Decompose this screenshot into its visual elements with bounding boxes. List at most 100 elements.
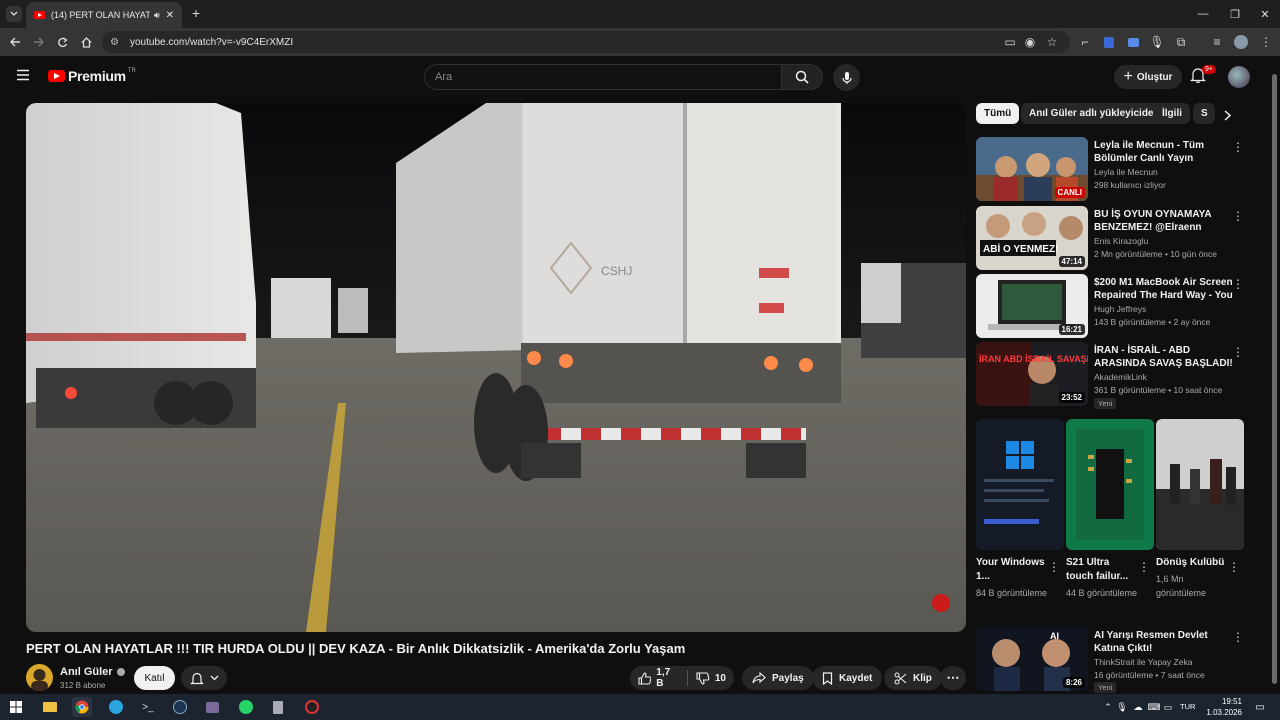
chips-next-button[interactable] bbox=[1218, 106, 1236, 124]
video-player[interactable]: CSHJ bbox=[26, 103, 966, 632]
browser-menu-icon[interactable]: ⋮ bbox=[1256, 32, 1276, 52]
save-button[interactable]: Kaydet bbox=[812, 666, 883, 690]
tab-title: (14) PERT OLAN HAYATLAR !!! TIR HURDA OL… bbox=[51, 10, 150, 20]
windows-start-icon[interactable] bbox=[6, 697, 26, 717]
profile-avatar-icon[interactable] bbox=[1231, 32, 1251, 52]
terminal-icon[interactable]: >_ bbox=[138, 697, 158, 717]
short-item[interactable]: S21 Ultra touch failur... 44 B görüntüle… bbox=[1066, 419, 1154, 600]
tray-network-icon[interactable]: ▭ bbox=[1158, 697, 1178, 717]
video-thumbnail[interactable]: 16:21 bbox=[976, 274, 1088, 338]
reload-button[interactable] bbox=[52, 32, 72, 52]
short-thumbnail[interactable] bbox=[1156, 419, 1244, 550]
close-tab-icon[interactable]: ✕ bbox=[166, 10, 174, 21]
short-thumbnail[interactable] bbox=[976, 419, 1064, 550]
restore-button[interactable]: ❐ bbox=[1218, 0, 1252, 28]
browser-tab-active[interactable]: (14) PERT OLAN HAYATLAR !!! TIR HURDA OL… bbox=[26, 2, 182, 28]
search-button[interactable] bbox=[781, 64, 823, 90]
voice-search-button[interactable] bbox=[833, 64, 860, 91]
rec-channel[interactable]: Enis Kirazoglu bbox=[1094, 236, 1148, 246]
extension-translate-icon[interactable] bbox=[1123, 32, 1143, 52]
extension-incognito-icon[interactable]: ⌐ bbox=[1075, 32, 1095, 52]
chip-all[interactable]: Tümü bbox=[976, 103, 1020, 124]
create-button[interactable]: + Oluştur bbox=[1114, 65, 1182, 89]
speaker-icon[interactable]: 🔊︎ bbox=[154, 10, 160, 21]
back-button[interactable] bbox=[5, 32, 25, 52]
video-thumbnail[interactable]: AI 8:26 bbox=[976, 627, 1088, 691]
extensions-puzzle-icon[interactable]: ⧉ bbox=[1171, 32, 1191, 52]
reading-list-icon[interactable]: ≡ bbox=[1207, 32, 1227, 52]
search-input[interactable]: Ara bbox=[424, 64, 782, 90]
channel-name[interactable]: Anıl Güler bbox=[60, 666, 125, 678]
address-bar[interactable]: ⚙︎ youtube.com/watch?v=-v9C4ErXMZI bbox=[102, 31, 1070, 53]
notes-app-icon[interactable] bbox=[268, 697, 288, 717]
rec-channel[interactable]: ThinkStrait ile Yapay Zeka bbox=[1094, 657, 1192, 667]
channel-avatar[interactable] bbox=[26, 664, 53, 691]
extension-shield-icon[interactable] bbox=[1099, 32, 1119, 52]
short-item[interactable]: Your Windows 1... 84 B görüntüleme ⋮ bbox=[976, 419, 1064, 600]
like-button[interactable]: 1,7 B bbox=[630, 667, 687, 689]
scrollbar-thumb[interactable] bbox=[1272, 74, 1277, 684]
steam-icon[interactable] bbox=[170, 697, 190, 717]
rec-title[interactable]: BU İŞ OYUN OYNAMAYA BENZEMEZ! @Elraenn Y… bbox=[1094, 208, 1234, 234]
file-explorer-icon[interactable] bbox=[40, 697, 60, 717]
telegram-icon[interactable] bbox=[106, 697, 126, 717]
chip-related[interactable]: İlgili bbox=[1154, 103, 1190, 124]
subscription-bell-button[interactable] bbox=[181, 666, 227, 690]
rec-title[interactable]: İRAN - İSRAİL - ABD ARASINDA SAVAŞ BAŞLA… bbox=[1094, 344, 1234, 370]
more-options-icon[interactable]: ⋮ bbox=[1048, 560, 1060, 574]
page-scrollbar[interactable] bbox=[1270, 62, 1278, 690]
recorder-app-icon[interactable] bbox=[302, 697, 322, 717]
chrome-icon[interactable] bbox=[72, 697, 92, 717]
home-button[interactable] bbox=[76, 32, 96, 52]
clip-button[interactable]: Klip bbox=[884, 666, 942, 690]
more-options-icon[interactable]: ⋮ bbox=[1230, 208, 1246, 224]
rec-title[interactable]: AI Yarışı Resmen Devlet Katına Çıktı! bbox=[1094, 629, 1234, 655]
chip-partial[interactable]: S bbox=[1193, 103, 1215, 124]
short-item[interactable]: Dönüş Kulübü 1,6 Mn görüntüleme ⋮ bbox=[1156, 419, 1244, 600]
chip-from-uploader[interactable]: Anıl Güler adlı yükleyiciden bbox=[1021, 103, 1168, 124]
rec-channel[interactable]: Leyla ile Mecnun bbox=[1094, 167, 1158, 177]
share-button[interactable]: Paylaş bbox=[742, 666, 814, 690]
more-options-icon[interactable]: ⋮ bbox=[1230, 276, 1246, 292]
list-item[interactable]: CANLI Leyla ile Mecnun - Tüm Bölümler Ca… bbox=[976, 137, 1266, 201]
minimize-button[interactable]: — bbox=[1186, 0, 1220, 28]
notification-center-icon[interactable]: ▭ bbox=[1250, 697, 1270, 717]
more-options-icon[interactable]: ⋮ bbox=[1228, 560, 1240, 574]
rec-title[interactable]: Leyla ile Mecnun - Tüm Bölümler Canlı Ya… bbox=[1094, 139, 1234, 165]
notifications-button[interactable]: 9+ bbox=[1190, 65, 1216, 89]
new-tab-button[interactable]: + bbox=[188, 5, 204, 21]
account-avatar[interactable] bbox=[1228, 66, 1250, 88]
forward-button[interactable] bbox=[28, 32, 48, 52]
system-clock[interactable]: 19:51 1.03.2026 bbox=[1196, 696, 1242, 718]
more-actions-button[interactable]: ⋯ bbox=[940, 666, 966, 690]
language-indicator[interactable]: TUR bbox=[1180, 702, 1195, 711]
media-player-icon[interactable] bbox=[202, 697, 222, 717]
list-item[interactable]: 16:21 $200 M1 MacBook Air Screen Repaire… bbox=[976, 274, 1266, 338]
extension-mic-icon[interactable]: 🎙︎ bbox=[1147, 32, 1167, 52]
tab-search-button[interactable] bbox=[6, 6, 22, 22]
close-window-button[interactable]: ✕ bbox=[1248, 0, 1280, 28]
more-options-icon[interactable]: ⋮ bbox=[1230, 139, 1246, 155]
whatsapp-icon[interactable] bbox=[236, 697, 256, 717]
eye-icon[interactable]: ◉ bbox=[1020, 32, 1040, 52]
more-options-icon[interactable]: ⋮ bbox=[1230, 629, 1246, 645]
cast-icon[interactable]: ▭ bbox=[1000, 32, 1020, 52]
star-icon[interactable]: ☆ bbox=[1042, 32, 1062, 52]
video-thumbnail[interactable]: ABİ O YENMEZ! 47:14 bbox=[976, 206, 1088, 270]
list-item[interactable]: İRAN ABD İSRAİL SAVAŞI BAŞLADI! 23:52 İR… bbox=[976, 342, 1266, 409]
list-item[interactable]: AI 8:26 AI Yarışı Resmen Devlet Katına Ç… bbox=[976, 627, 1266, 693]
video-thumbnail[interactable]: CANLI bbox=[976, 137, 1088, 201]
youtube-premium-logo[interactable]: Premium TR bbox=[48, 68, 136, 84]
video-thumbnail[interactable]: İRAN ABD İSRAİL SAVAŞI BAŞLADI! 23:52 bbox=[976, 342, 1088, 406]
more-options-icon[interactable]: ⋮ bbox=[1230, 344, 1246, 360]
dislike-button[interactable]: 10 bbox=[688, 671, 734, 685]
list-item[interactable]: ABİ O YENMEZ! 47:14 BU İŞ OYUN OYNAMAYA … bbox=[976, 206, 1266, 270]
site-info-icon[interactable]: ⚙︎ bbox=[110, 37, 124, 48]
short-thumbnail[interactable] bbox=[1066, 419, 1154, 550]
more-options-icon[interactable]: ⋮ bbox=[1138, 560, 1150, 574]
rec-title[interactable]: $200 M1 MacBook Air Screen Repaired The … bbox=[1094, 276, 1234, 302]
hamburger-menu-icon[interactable] bbox=[16, 69, 32, 83]
rec-channel[interactable]: Hugh Jeffreys bbox=[1094, 304, 1146, 314]
join-button[interactable]: Katıl bbox=[134, 666, 175, 690]
rec-channel[interactable]: AkademikLink bbox=[1094, 372, 1147, 382]
